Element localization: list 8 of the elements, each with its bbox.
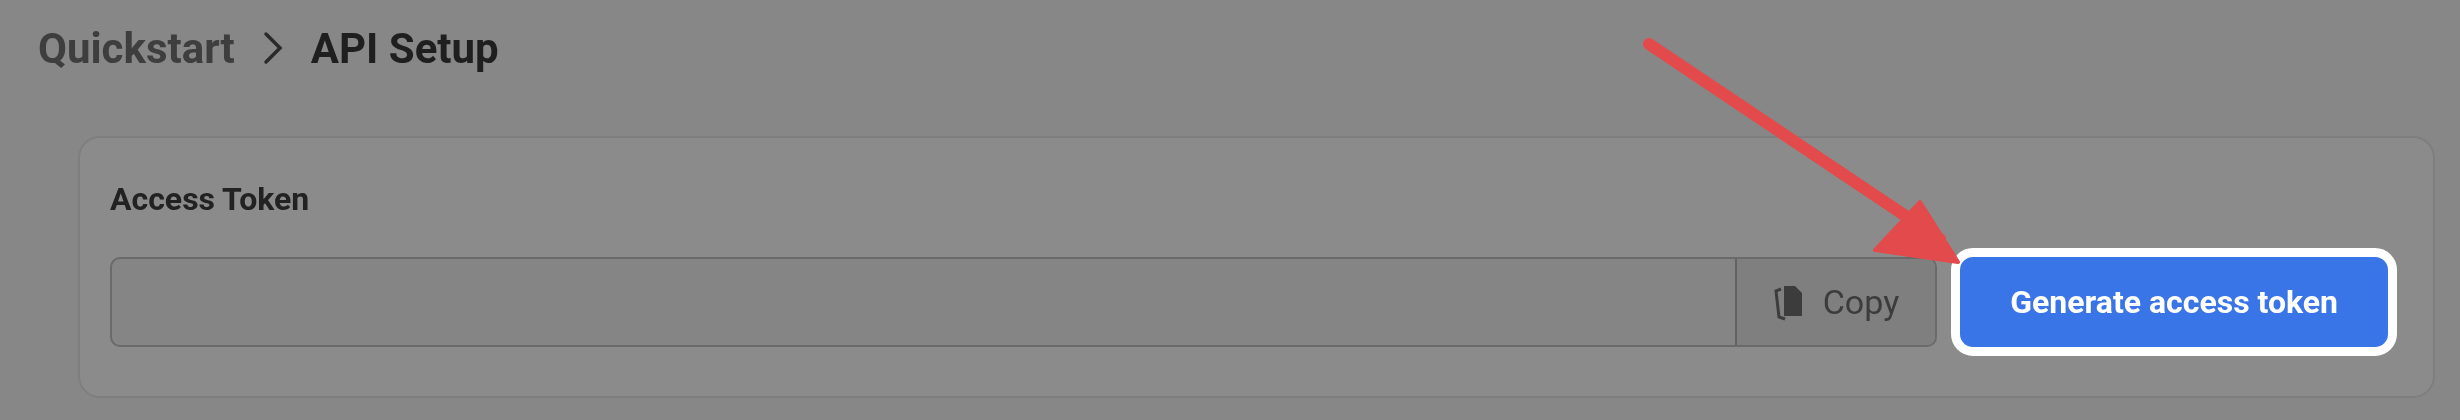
section-title: Access Token: [110, 180, 310, 218]
breadcrumb-link[interactable]: Quickstart: [38, 23, 235, 73]
token-field[interactable]: Copy: [110, 257, 1938, 347]
copy-icon: [1772, 283, 1805, 321]
generate-token-button[interactable]: Generate access token: [1951, 248, 2397, 356]
copy-button[interactable]: Copy: [1734, 259, 1936, 345]
chevron-icon: [262, 31, 283, 65]
page-title: API Setup: [310, 23, 499, 73]
